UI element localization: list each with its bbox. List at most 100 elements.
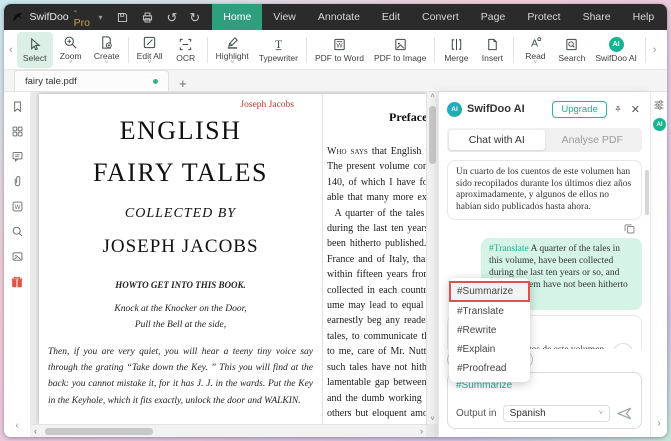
toolbar-collapse-icon[interactable]: ‹ [5, 44, 17, 56]
watermark-icon[interactable]: W [11, 200, 24, 213]
panel-close-icon[interactable]: ✕ [629, 103, 642, 116]
scroll-down-arrow-icon[interactable]: ˅ [427, 416, 438, 423]
tab-chat-with-ai[interactable]: Chat with AI [449, 130, 545, 150]
menu-help[interactable]: Help [622, 4, 666, 30]
preface-line: such tales have not hitherto been [327, 361, 426, 373]
zoom-magnifier-icon [64, 36, 77, 48]
horizontal-scrollbar[interactable]: ‹ › [31, 424, 426, 437]
attachment-icon[interactable] [11, 175, 24, 188]
pdf-page-right: Preface Who says that English folk have … [322, 94, 426, 424]
book-author: JOSEPH JACOBS [102, 236, 259, 257]
upgrade-button[interactable]: Upgrade [552, 100, 607, 118]
menu-item-proofread[interactable]: #Proofread [449, 359, 530, 378]
tool-zoom[interactable]: Zoom ˅ [53, 32, 89, 68]
menu-protect[interactable]: Protect [516, 4, 571, 30]
command-menu-popup: #Summarize #Translate #Rewrite #Explain … [449, 278, 530, 382]
edit-all-icon [144, 36, 156, 48]
tool-create[interactable]: Create ˅ [89, 32, 125, 68]
ai-message-fragments: entos de este volumen durante los último… [520, 322, 604, 349]
redo-icon[interactable]: ↻ [189, 11, 200, 24]
highlighter-icon [227, 36, 238, 49]
tool-ocr[interactable]: OCR [168, 32, 204, 68]
preface-heading: Preface [389, 110, 426, 124]
menu-view[interactable]: View [262, 4, 307, 30]
tool-read[interactable]: A Read ˅ [517, 32, 553, 68]
menu-edit[interactable]: Edit [371, 4, 411, 30]
swifdoo-logo-icon [12, 12, 25, 22]
bookmark-icon[interactable] [11, 100, 24, 113]
preface-line: been hitherto published. Up to 18 [327, 238, 426, 250]
message-tools [447, 220, 642, 238]
tool-merge[interactable]: Merge [438, 32, 474, 68]
tool-swifdoo-ai[interactable]: AI SwifDoo AI [590, 32, 642, 68]
menu-convert[interactable]: Convert [411, 4, 470, 30]
comment-icon[interactable] [11, 150, 24, 163]
chat-scrollbar[interactable] [645, 170, 649, 215]
howto-heading: HOWTO GET INTO THIS BOOK. [115, 280, 246, 290]
swifdoo-ai-icon: AI [608, 36, 624, 52]
pdf-page-left: Joseph Jacobs ENGLISH FAIRY TALES COLLEC… [39, 94, 322, 424]
toolbar-overflow-icon[interactable]: › [650, 44, 660, 56]
language-select[interactable]: Spanish ˅ [502, 405, 610, 422]
vertical-scroll-thumb[interactable] [429, 106, 436, 164]
typewriter-icon: T [275, 38, 282, 50]
title-bar: SwifDoo -Pro ▾ ↺ ↻ Home View Annotate Edi… [4, 4, 667, 30]
menu-item-translate[interactable]: #Translate [449, 302, 530, 321]
read-aloud-icon: A [531, 36, 542, 49]
preface-line: France and of Italy, that they pos [327, 253, 426, 265]
preface-line: lamentable gap between the govern [327, 377, 426, 389]
menu-overflow-icon[interactable]: › [665, 12, 667, 23]
strip-expand-icon[interactable]: › [651, 418, 667, 429]
tool-highlight[interactable]: Highlight ˅ [211, 32, 254, 68]
vertical-scrollbar[interactable]: ˄ ˅ [426, 92, 438, 424]
app-menu-caret-icon[interactable]: ▾ [98, 13, 102, 22]
screenshot-frame: SwifDoo -Pro ▾ ↺ ↻ Home View Annotate Edi… [0, 0, 671, 441]
tool-pdf-to-word[interactable]: W PDF to Word [310, 32, 369, 68]
scroll-to-bottom-button[interactable]: ↓ [613, 342, 633, 349]
menu-item-explain[interactable]: #Explain [449, 340, 530, 359]
document-tab[interactable]: fairy tale.pdf [14, 70, 169, 91]
menu-item-rewrite[interactable]: #Rewrite [449, 321, 530, 340]
menu-bar: Home View Annotate Edit Convert Page Pro… [212, 4, 667, 30]
scroll-left-arrow-icon[interactable]: ‹ [34, 425, 37, 437]
horizontal-scroll-thumb[interactable] [45, 428, 153, 435]
tool-typewriter[interactable]: T Typewriter [254, 32, 303, 68]
book-title-line2: FAIRY TALES [92, 158, 268, 187]
ai-assistant-icon[interactable]: AI [653, 118, 666, 131]
ai-panel-header: AI SwifDoo AI Upgrade ✕ [439, 96, 650, 122]
app-identity[interactable]: SwifDoo -Pro ▾ [12, 5, 102, 29]
menu-item-summarize[interactable]: #Summarize [449, 281, 530, 302]
tool-insert[interactable]: Insert [474, 32, 510, 68]
copy-icon[interactable] [623, 222, 636, 235]
preface-line: able that many more exist. [327, 192, 426, 204]
verse-line-2: Pull the Bell at the side, [134, 320, 227, 330]
tab-title: fairy tale.pdf [25, 75, 77, 87]
filter-sliders-icon[interactable] [653, 99, 665, 111]
print-icon[interactable] [141, 11, 154, 24]
scroll-up-arrow-icon[interactable]: ˄ [427, 93, 438, 100]
menu-annotate[interactable]: Annotate [307, 4, 371, 30]
menu-page[interactable]: Page [470, 4, 517, 30]
save-icon[interactable] [116, 11, 129, 24]
pin-icon[interactable] [612, 103, 624, 115]
tool-select[interactable]: Select [16, 31, 53, 68]
sidebar-collapse-icon[interactable]: ‹ [4, 420, 30, 431]
tool-edit-all[interactable]: Edit All ˅ [132, 32, 168, 68]
tool-pdf-to-image[interactable]: PDF to Image [369, 32, 431, 68]
undo-icon[interactable]: ↺ [166, 11, 177, 24]
preface-line: others but eloquent among themse [327, 407, 426, 419]
new-tab-button[interactable]: + [169, 76, 197, 91]
menu-share[interactable]: Share [572, 4, 622, 30]
highlight-caret-icon: ˅ [230, 59, 234, 66]
merge-icon [451, 38, 462, 50]
snapshot-icon[interactable] [11, 250, 24, 263]
menu-home[interactable]: Home [212, 4, 263, 30]
thumbnails-icon[interactable] [11, 125, 24, 138]
scroll-right-arrow-icon[interactable]: › [420, 425, 423, 437]
tool-search[interactable]: Search [553, 32, 590, 68]
tab-analyse-pdf[interactable]: Analyse PDF [545, 130, 641, 150]
gift-icon[interactable] [10, 275, 24, 289]
create-caret-icon: ˅ [104, 59, 109, 66]
search-icon[interactable] [11, 225, 24, 238]
send-icon[interactable] [616, 406, 633, 421]
